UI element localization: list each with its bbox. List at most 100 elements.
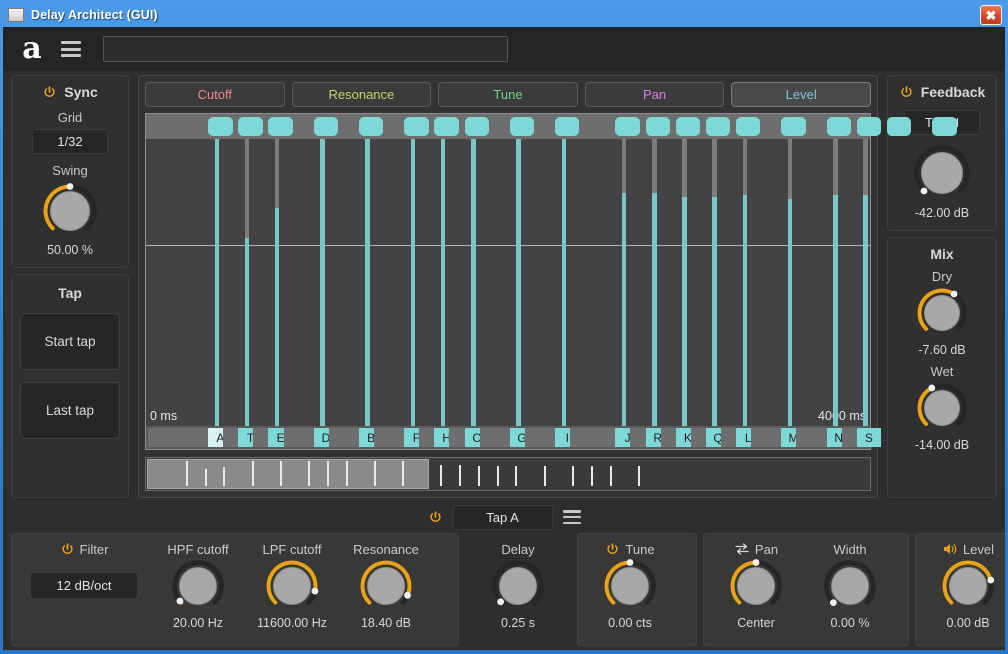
tap-parameters-panel: Tap A Filter xyxy=(3,498,1005,650)
tap-level-bar[interactable] xyxy=(245,238,249,426)
delay-knob[interactable] xyxy=(490,558,546,614)
close-icon[interactable]: ✖ xyxy=(980,5,1002,25)
tap-level-bar[interactable] xyxy=(833,195,837,426)
tab-label: Resonance xyxy=(329,87,395,102)
width-knob[interactable] xyxy=(822,558,878,614)
resonance-knob[interactable] xyxy=(358,558,414,614)
tap-toggle[interactable] xyxy=(434,117,458,136)
tab-label: Tune xyxy=(493,87,522,102)
pan-group: Pan Center Width 0.00 % xyxy=(703,533,909,646)
tab-resonance[interactable]: Resonance xyxy=(292,82,432,107)
swap-arrows-icon[interactable] xyxy=(734,541,750,557)
tap-level-bar[interactable] xyxy=(320,139,324,426)
tap-level-bar[interactable] xyxy=(365,139,369,426)
parameter-tabs: Cutoff Resonance Tune Pan Level xyxy=(145,82,871,107)
power-icon[interactable] xyxy=(899,85,914,100)
lpf-knob[interactable] xyxy=(264,558,320,614)
tune-knob[interactable] xyxy=(602,558,658,614)
power-icon[interactable] xyxy=(60,542,75,557)
width-label: Width xyxy=(833,542,866,557)
power-icon[interactable] xyxy=(428,510,443,525)
tap-toggle[interactable] xyxy=(857,117,881,136)
level-knob[interactable] xyxy=(940,558,996,614)
tap-select[interactable]: Tap A xyxy=(453,505,553,530)
overview-tick xyxy=(252,461,254,486)
tab-tune[interactable]: Tune xyxy=(438,82,578,107)
tap-toggle[interactable] xyxy=(238,117,262,136)
pan-control: Pan Center xyxy=(712,540,800,630)
tap-level-bar[interactable] xyxy=(215,139,219,426)
dry-knob[interactable] xyxy=(915,286,969,340)
tap-toggle[interactable] xyxy=(827,117,851,136)
wet-label: Wet xyxy=(896,364,988,379)
tap-level-bar[interactable] xyxy=(275,208,279,426)
pan-knob[interactable] xyxy=(728,558,784,614)
tab-pan[interactable]: Pan xyxy=(585,82,725,107)
power-icon[interactable] xyxy=(42,85,57,100)
grid-value[interactable]: 1/32 xyxy=(32,129,108,154)
feedback-title: Feedback xyxy=(921,84,986,100)
overview-tick xyxy=(346,461,348,486)
swing-knob-wrap: 50.00 % xyxy=(20,182,120,257)
tap-level-bar[interactable] xyxy=(682,197,686,426)
lpf-value: 11600.00 Hz xyxy=(257,616,327,630)
tap-level-bar[interactable] xyxy=(863,195,867,426)
speaker-icon[interactable] xyxy=(942,541,958,557)
tap-level-bar[interactable] xyxy=(652,193,656,426)
tap-toggle[interactable] xyxy=(465,117,489,136)
wet-knob[interactable] xyxy=(915,381,969,435)
tap-level-bar[interactable] xyxy=(712,197,716,426)
tab-level[interactable]: Level xyxy=(731,82,871,107)
hamburger-icon[interactable] xyxy=(563,510,581,524)
filter-slope-value[interactable]: 12 dB/oct xyxy=(30,572,138,599)
tap-toggle[interactable] xyxy=(887,117,911,136)
swing-knob[interactable] xyxy=(41,182,99,240)
tap-toggle[interactable] xyxy=(646,117,670,136)
tap-level-bar[interactable] xyxy=(562,139,566,426)
tab-label: Level xyxy=(786,87,817,102)
tap-label-row[interactable]: ATEDBFHCGIJRKQLMNS xyxy=(146,426,870,449)
tap-toggle[interactable] xyxy=(781,117,805,136)
tap-toggle[interactable] xyxy=(359,117,383,136)
preset-input[interactable] xyxy=(103,36,508,62)
tap-toggle[interactable] xyxy=(676,117,700,136)
power-icon[interactable] xyxy=(605,542,620,557)
tap-toggle[interactable] xyxy=(736,117,760,136)
overview-tick xyxy=(327,461,329,486)
tap-toggle[interactable] xyxy=(404,117,428,136)
tap-level-bar[interactable] xyxy=(441,139,445,426)
tap-toggle[interactable] xyxy=(208,117,232,136)
tap-level-bar[interactable] xyxy=(788,199,792,426)
tap-level-bar[interactable] xyxy=(622,193,626,426)
tap-toggle[interactable] xyxy=(314,117,338,136)
tap-level-bar[interactable] xyxy=(411,139,415,426)
overview-tick xyxy=(205,469,207,486)
hamburger-icon[interactable] xyxy=(61,41,81,57)
tap-level-bar[interactable] xyxy=(743,195,747,426)
tap-enable-row[interactable] xyxy=(146,114,870,139)
tap-toggle[interactable] xyxy=(706,117,730,136)
dry-knob-wrap: -7.60 dB xyxy=(896,286,988,357)
tap-level-bar[interactable] xyxy=(471,139,475,426)
tap-level-bar[interactable] xyxy=(516,139,520,426)
tap-toggle[interactable] xyxy=(510,117,534,136)
overview-tick xyxy=(478,466,480,486)
feedback-knob[interactable] xyxy=(912,143,972,203)
width-value: 0.00 % xyxy=(831,616,870,630)
tap-level-canvas[interactable]: 0 ms 4000 ms xyxy=(146,139,870,426)
tap-letter: I xyxy=(566,431,569,445)
tap-parameter-groups: Filter 12 dB/oct HPF cutoff 20.00 Hz LPF… xyxy=(11,533,997,646)
tap-toggle[interactable] xyxy=(268,117,292,136)
mix-title: Mix xyxy=(896,246,988,262)
pan-header: Pan xyxy=(734,540,778,558)
tab-cutoff[interactable]: Cutoff xyxy=(145,82,285,107)
timeline-scrollbar[interactable] xyxy=(145,457,871,491)
start-tap-button[interactable]: Start tap xyxy=(20,313,120,370)
tap-label-cell[interactable]: S xyxy=(857,428,881,447)
scrollbar-thumb[interactable] xyxy=(147,459,429,489)
last-tap-button[interactable]: Last tap xyxy=(20,382,120,439)
tap-toggle[interactable] xyxy=(555,117,579,136)
tap-toggle[interactable] xyxy=(932,117,956,136)
hpf-knob[interactable] xyxy=(170,558,226,614)
tap-toggle[interactable] xyxy=(615,117,639,136)
